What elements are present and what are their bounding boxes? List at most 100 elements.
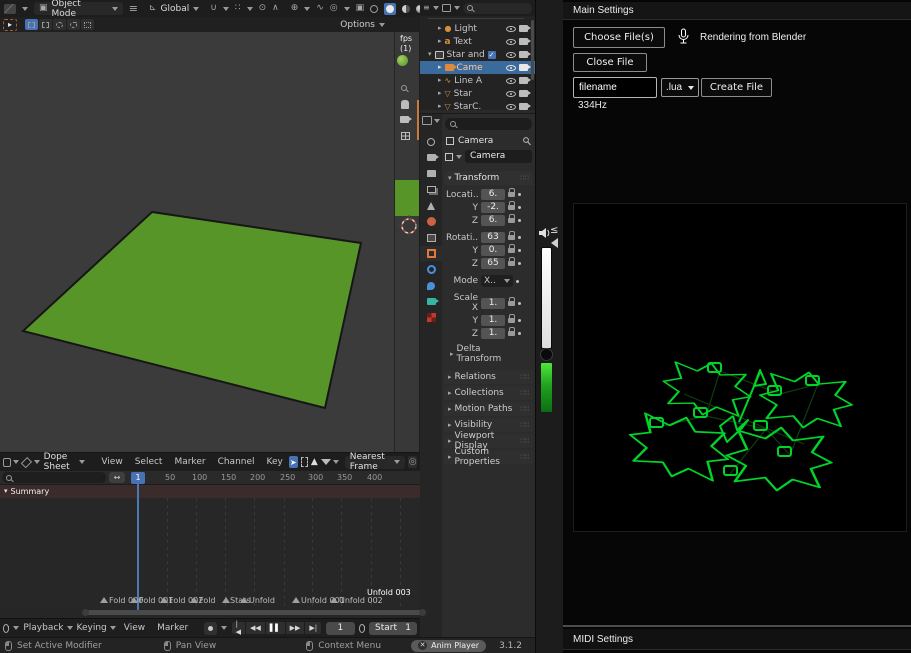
outliner-item-label[interactable]: Came (457, 63, 483, 73)
panel-drag-icon[interactable]: ∷∷ (520, 405, 529, 413)
gizmo-toggle-icon[interactable]: ∿ (316, 4, 324, 13)
animate-dot-icon[interactable] (518, 332, 521, 335)
outliner-row-text[interactable]: ▸ a Text (420, 35, 535, 48)
editor-type-caret-icon[interactable] (22, 7, 28, 11)
hide-eye-icon[interactable] (506, 78, 516, 84)
panel-drag-icon[interactable]: ∷∷ (520, 421, 529, 429)
current-frame-field[interactable]: 1 (326, 622, 355, 635)
collection-checkbox[interactable]: ✓ (488, 51, 496, 59)
tab-constraints-icon[interactable] (420, 278, 442, 293)
shading-solid-icon[interactable] (384, 3, 396, 15)
tab-viewlayer-icon[interactable] (420, 182, 442, 197)
marker-menu[interactable]: Marker (153, 623, 192, 633)
render-visibility-icon[interactable] (519, 25, 528, 32)
shading-wireframe-icon[interactable] (370, 5, 378, 13)
editor-type-icon[interactable] (3, 458, 11, 467)
outliner-row-camera-selected[interactable]: ▸ Came (420, 61, 535, 74)
microphone-icon[interactable] (677, 28, 690, 45)
outliner-row-starc[interactable]: ▸ ▽ StarC. (420, 100, 535, 113)
panel-drag-icon[interactable]: ∷∷ (520, 389, 529, 397)
marker-icon[interactable] (222, 597, 230, 603)
proportional-falloff-icon[interactable]: ∧ (272, 4, 279, 13)
section-collections[interactable]: ▸Collections∷∷ (444, 386, 533, 400)
panel-drag-icon[interactable]: ∷∷ (520, 174, 529, 182)
value-field[interactable]: 6. (481, 215, 505, 226)
use-preview-range-icon[interactable] (359, 624, 365, 633)
prev-keyframe-button[interactable]: ◀◀ (246, 622, 266, 634)
animate-dot-icon[interactable] (518, 206, 521, 209)
value-field[interactable]: 0. (481, 245, 505, 256)
object-type-caret-icon[interactable] (456, 155, 462, 159)
animate-dot-icon[interactable] (518, 236, 521, 239)
marker-label[interactable]: Unfold 002 (339, 596, 383, 605)
record-caret-icon[interactable] (221, 626, 227, 630)
snap-caret-icon[interactable] (223, 7, 229, 11)
outliner-item-label[interactable]: Text (454, 37, 472, 47)
jump-start-button[interactable]: |◀ (232, 622, 246, 634)
marker-icon[interactable] (240, 597, 248, 603)
hide-eye-icon[interactable] (506, 104, 516, 110)
dopesheet-h-scrollbar[interactable] (86, 610, 422, 615)
filter-caret-icon[interactable] (433, 6, 439, 10)
tab-output-icon[interactable] (420, 166, 442, 181)
pivot-caret-icon[interactable] (304, 7, 310, 11)
select-circle-icon[interactable] (53, 19, 66, 30)
lock-icon[interactable] (508, 331, 515, 336)
keying-menu[interactable]: Keying (77, 623, 116, 633)
pan-gizmo-icon[interactable] (401, 100, 409, 109)
lock-icon[interactable] (508, 192, 515, 197)
value-field[interactable]: 65 (481, 258, 505, 269)
outliner-item-label[interactable]: Star (454, 89, 472, 99)
dopesheet-mode-icon[interactable] (21, 456, 32, 467)
xray-toggle-icon[interactable]: ▣ (356, 4, 365, 13)
extension-dropdown[interactable]: .lua (661, 78, 699, 97)
outliner-row-collection[interactable]: ▾ Star and C ✓ (420, 48, 535, 61)
select-box-icon[interactable] (39, 19, 52, 30)
tab-render-icon[interactable] (420, 150, 442, 165)
section-motion-paths[interactable]: ▸Motion Paths∷∷ (444, 402, 533, 416)
collapse-caret-icon[interactable]: ▾ (4, 488, 8, 495)
value-field[interactable]: -2. (481, 202, 505, 213)
volume-slider-track[interactable] (541, 247, 552, 349)
tab-object-icon-active[interactable] (420, 246, 442, 261)
hide-eye-icon[interactable] (506, 39, 516, 45)
menu-select[interactable]: Select (129, 457, 169, 467)
hide-eye-icon[interactable] (506, 52, 516, 58)
next-keyframe-button[interactable]: ▶▶ (286, 622, 306, 634)
display-caret-icon[interactable] (454, 6, 460, 10)
create-file-button[interactable]: Create File (701, 78, 772, 97)
animate-dot-icon[interactable] (518, 249, 521, 252)
filename-input[interactable] (573, 77, 657, 98)
proportional-icon[interactable]: ◎ (408, 456, 417, 468)
tab-data-icon[interactable] (420, 294, 442, 309)
lock-icon[interactable] (508, 261, 515, 266)
close-file-button[interactable]: Close File (573, 53, 647, 72)
select-tweak-icon[interactable] (25, 19, 38, 30)
value-field[interactable]: 63 (481, 232, 505, 243)
viewport-side-strip[interactable]: fps (1) (395, 32, 420, 452)
menu-toggle-icon[interactable]: ≡ (129, 3, 138, 14)
timeline-ruler[interactable]: ↔ 1 50 100 150 200 250 300 350 400 (0, 471, 420, 485)
marker-label[interactable]: Unfold (249, 596, 275, 605)
outliner-search-input[interactable] (463, 3, 532, 14)
value-field[interactable]: 6. (481, 189, 505, 200)
marker-icon[interactable] (330, 597, 338, 603)
lock-icon[interactable] (508, 235, 515, 240)
render-visibility-icon[interactable] (519, 51, 528, 58)
section-visibility[interactable]: ▸Visibility∷∷ (444, 418, 533, 432)
dopesheet-editor-dropdown[interactable]: Dope Sheet (44, 452, 86, 472)
outliner-scrollbar[interactable] (531, 20, 534, 80)
delta-transform-header[interactable]: ▸Delta Transform (442, 340, 535, 368)
expand-caret-icon[interactable]: ▸ (438, 77, 442, 84)
snap-mode-icon[interactable]: ∷ (235, 4, 241, 13)
animate-dot-icon[interactable] (518, 219, 521, 222)
transform-panel-header[interactable]: ▾ Transform ∷∷ (444, 171, 533, 185)
menu-view[interactable]: View (95, 457, 128, 467)
section-custom-properties[interactable]: ▸Custom Properties∷∷ (444, 450, 533, 464)
timeline-editor-icon[interactable] (3, 624, 9, 633)
animate-dot-icon[interactable] (518, 262, 521, 265)
animate-dot-icon[interactable] (518, 302, 521, 305)
jump-end-button[interactable]: ▶| (305, 622, 321, 634)
tab-physics-icon[interactable] (420, 262, 442, 277)
hide-eye-icon[interactable] (506, 65, 516, 71)
